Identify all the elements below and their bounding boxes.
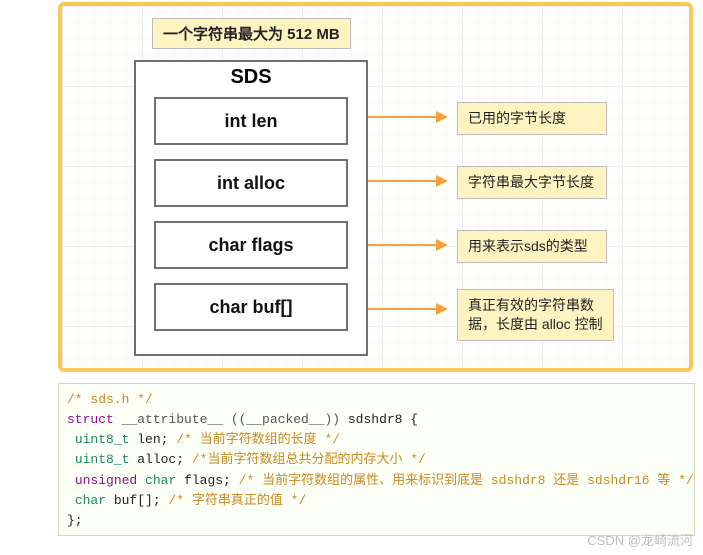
arrow-len	[368, 116, 446, 118]
sds-diagram: 一个字符串最大为 512 MB SDS int len int alloc ch…	[58, 2, 693, 372]
header-note: 一个字符串最大为 512 MB	[152, 18, 351, 49]
code-block: /* sds.h */ struct __attribute__ ((__pac…	[58, 383, 695, 536]
code-line-1: /* sds.h */	[67, 390, 686, 410]
arrow-buf	[368, 308, 446, 310]
sds-struct-box: SDS int len int alloc char flags char bu…	[134, 60, 368, 356]
arrow-flags	[368, 244, 446, 246]
code-line-6: char buf[]; /* 字符串真正的值 */	[67, 491, 686, 511]
sds-title: SDS	[136, 62, 366, 97]
field-alloc: int alloc	[154, 159, 348, 207]
code-line-5: unsigned char flags; /* 当前字符数组的属性、用来标识到底…	[67, 471, 686, 491]
field-buf: char buf[]	[154, 283, 348, 331]
watermark: CSDN @龙崎流河	[587, 530, 693, 549]
field-len: int len	[154, 97, 348, 145]
annotation-alloc: 字符串最大字节长度	[457, 166, 607, 199]
code-line-2: struct __attribute__ ((__packed__)) sdsh…	[67, 410, 686, 430]
annotation-buf: 真正有效的字符串数 据，长度由 alloc 控制	[457, 289, 614, 341]
code-line-4: uint8_t alloc; /*当前字符数组总共分配的内存大小 */	[67, 450, 686, 470]
annotation-len: 已用的字节长度	[457, 102, 607, 135]
arrow-alloc	[368, 180, 446, 182]
code-line-7: };	[67, 511, 686, 531]
field-flags: char flags	[154, 221, 348, 269]
code-line-3: uint8_t len; /* 当前字符数组的长度 */	[67, 430, 686, 450]
annotation-flags: 用来表示sds的类型	[457, 230, 607, 263]
